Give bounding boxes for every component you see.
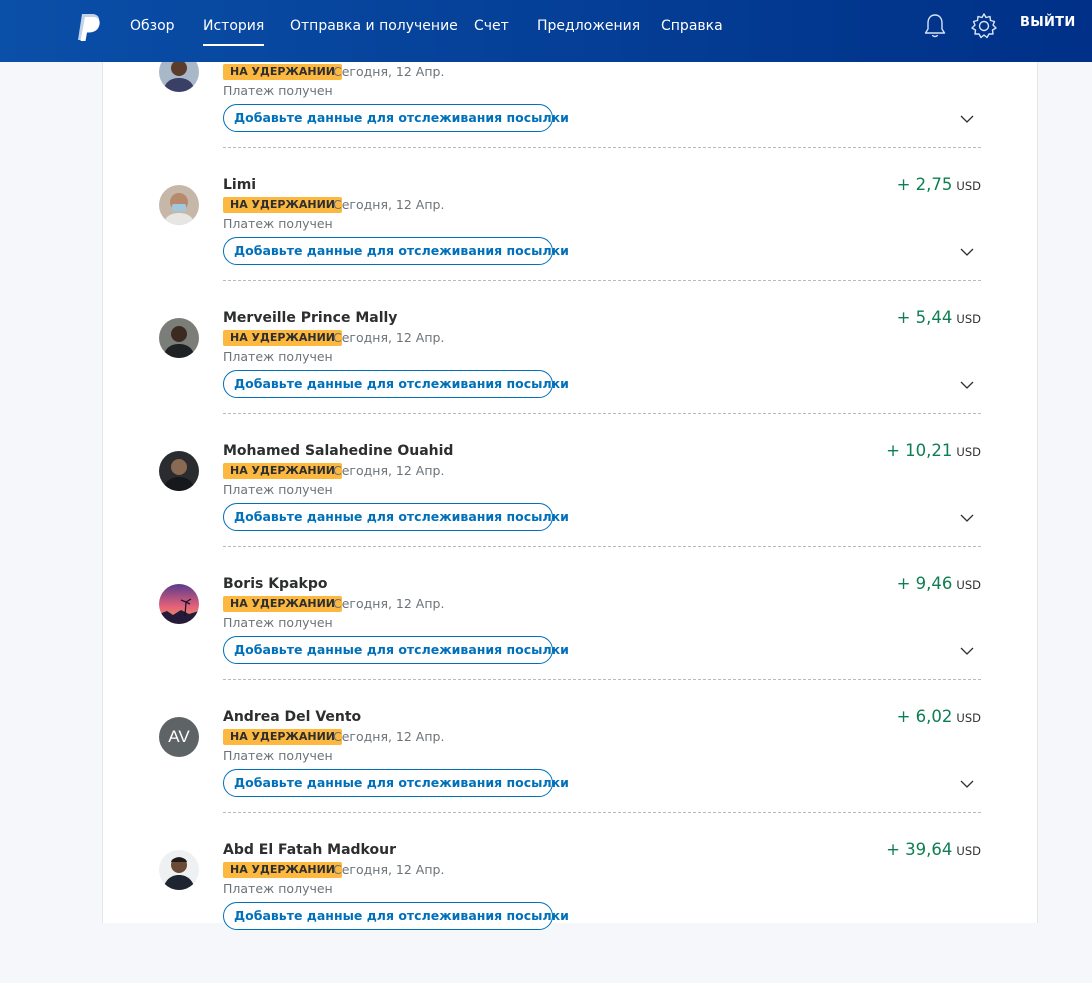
transaction-status: Платеж получен (223, 349, 333, 364)
payer-name: Merveille Prince Mally (223, 310, 398, 326)
transaction-row[interactable]: НА УДЕРЖАНИИ Сегодня, 12 Апр. Платеж пол… (103, 52, 1037, 185)
transaction-row[interactable]: Limi НА УДЕРЖАНИИ Сегодня, 12 Апр. Плате… (103, 175, 1037, 318)
transaction-amount: + 6,02 USD (897, 707, 981, 726)
amount-currency: USD (956, 711, 981, 725)
divider (223, 546, 981, 547)
transaction-status: Платеж получен (223, 748, 333, 763)
payer-name: Abd El Fatah Madkour (223, 842, 396, 858)
amount-currency: USD (956, 179, 981, 193)
transaction-row[interactable]: Merveille Prince Mally НА УДЕРЖАНИИ Сего… (103, 308, 1037, 451)
payer-name: Mohamed Salahedine Ouahid (223, 443, 454, 459)
avatar (159, 451, 199, 491)
add-tracking-button[interactable]: Добавьте данные для отслеживания посылки (223, 503, 569, 531)
amount-currency: USD (956, 578, 981, 592)
amount-value: + 39,64 (886, 840, 953, 859)
transaction-amount: + 5,44 USD (897, 308, 981, 327)
transaction-date: Сегодня, 12 Апр. (333, 463, 445, 478)
logout-button[interactable]: ВЫЙТИ (1020, 15, 1076, 30)
transaction-row[interactable]: AV Andrea Del Vento НА УДЕРЖАНИИ Сегодня… (103, 707, 1037, 850)
top-navigation-bar: Обзор История Отправка и получение Счет … (0, 0, 1092, 62)
avatar (159, 318, 199, 358)
transaction-status: Платеж получен (223, 216, 333, 231)
hold-badge: НА УДЕРЖАНИИ (223, 862, 342, 878)
amount-currency: USD (956, 312, 981, 326)
transaction-row[interactable]: Mohamed Salahedine Ouahid НА УДЕРЖАНИИ С… (103, 441, 1037, 584)
transaction-date: Сегодня, 12 Апр. (333, 197, 445, 212)
chevron-down-icon[interactable] (960, 114, 974, 124)
add-tracking-button[interactable]: Добавьте данные для отслеживания посылки (223, 636, 569, 664)
transaction-status: Платеж получен (223, 83, 333, 98)
avatar (159, 850, 199, 890)
hold-badge: НА УДЕРЖАНИИ (223, 197, 342, 213)
avatar-initials: AV (159, 717, 199, 757)
add-tracking-button[interactable]: Добавьте данные для отслеживания посылки (223, 769, 569, 797)
chevron-down-icon[interactable] (960, 646, 974, 656)
transaction-amount: + 39,64 USD (886, 840, 981, 859)
chevron-down-icon[interactable] (960, 247, 974, 257)
amount-value: + 6,02 (896, 707, 953, 726)
chevron-down-icon[interactable] (960, 513, 974, 523)
bell-icon[interactable] (923, 13, 947, 39)
add-tracking-button[interactable]: Добавьте данные для отслеживания посылки (223, 104, 569, 132)
amount-value: + 9,46 (896, 574, 953, 593)
transaction-date: Сегодня, 12 Апр. (333, 729, 445, 744)
payer-name: Boris Kpakpo (223, 576, 328, 592)
divider (223, 280, 981, 281)
nav-account[interactable]: Счет (474, 18, 509, 34)
transaction-status: Платеж получен (223, 482, 333, 497)
payer-name: Limi (223, 177, 257, 193)
chevron-down-icon[interactable] (960, 779, 974, 789)
transaction-date: Сегодня, 12 Апр. (333, 596, 445, 611)
nav-send-receive[interactable]: Отправка и получение (290, 18, 458, 34)
transaction-amount: + 9,46 USD (897, 574, 981, 593)
add-tracking-button[interactable]: Добавьте данные для отслеживания посылки (223, 237, 569, 265)
transaction-row[interactable]: Boris Kpakpo НА УДЕРЖАНИИ Сегодня, 12 Ап… (103, 574, 1037, 717)
amount-currency: USD (956, 445, 981, 459)
transaction-status: Платеж получен (223, 881, 333, 896)
avatar (159, 185, 199, 225)
divider (223, 413, 981, 414)
divider (223, 679, 981, 680)
chevron-down-icon[interactable] (960, 380, 974, 390)
divider (223, 147, 981, 148)
nav-help[interactable]: Справка (661, 18, 723, 34)
payer-name: Andrea Del Vento (223, 709, 362, 725)
divider (223, 812, 981, 813)
transaction-date: Сегодня, 12 Апр. (333, 64, 445, 79)
hold-badge: НА УДЕРЖАНИИ (223, 596, 342, 612)
gear-icon[interactable] (970, 12, 998, 40)
amount-value: + 5,44 (896, 308, 953, 327)
transaction-date: Сегодня, 12 Апр. (333, 862, 445, 877)
hold-badge: НА УДЕРЖАНИИ (223, 729, 342, 745)
amount-value: + 10,21 (886, 441, 953, 460)
avatar (159, 584, 199, 624)
add-tracking-button[interactable]: Добавьте данные для отслеживания посылки (223, 370, 569, 398)
amount-currency: USD (956, 844, 981, 858)
amount-value: + 2,75 (896, 175, 953, 194)
transaction-date: Сегодня, 12 Апр. (333, 330, 445, 345)
hold-badge: НА УДЕРЖАНИИ (223, 64, 342, 80)
paypal-logo-icon[interactable] (76, 12, 104, 42)
activity-list: НА УДЕРЖАНИИ Сегодня, 12 Апр. Платеж пол… (102, 52, 1038, 930)
nav-offers[interactable]: Предложения (537, 18, 640, 34)
hold-badge: НА УДЕРЖАНИИ (223, 463, 342, 479)
transaction-amount: + 10,21 USD (886, 441, 981, 460)
add-tracking-button[interactable]: Добавьте данные для отслеживания посылки (223, 902, 569, 930)
hold-badge: НА УДЕРЖАНИИ (223, 330, 342, 346)
nav-overview[interactable]: Обзор (130, 18, 175, 34)
transaction-row[interactable]: Abd El Fatah Madkour НА УДЕРЖАНИИ Сегодн… (103, 840, 1037, 983)
nav-history[interactable]: История (203, 18, 265, 46)
transaction-status: Платеж получен (223, 615, 333, 630)
transaction-amount: + 2,75 USD (897, 175, 981, 194)
